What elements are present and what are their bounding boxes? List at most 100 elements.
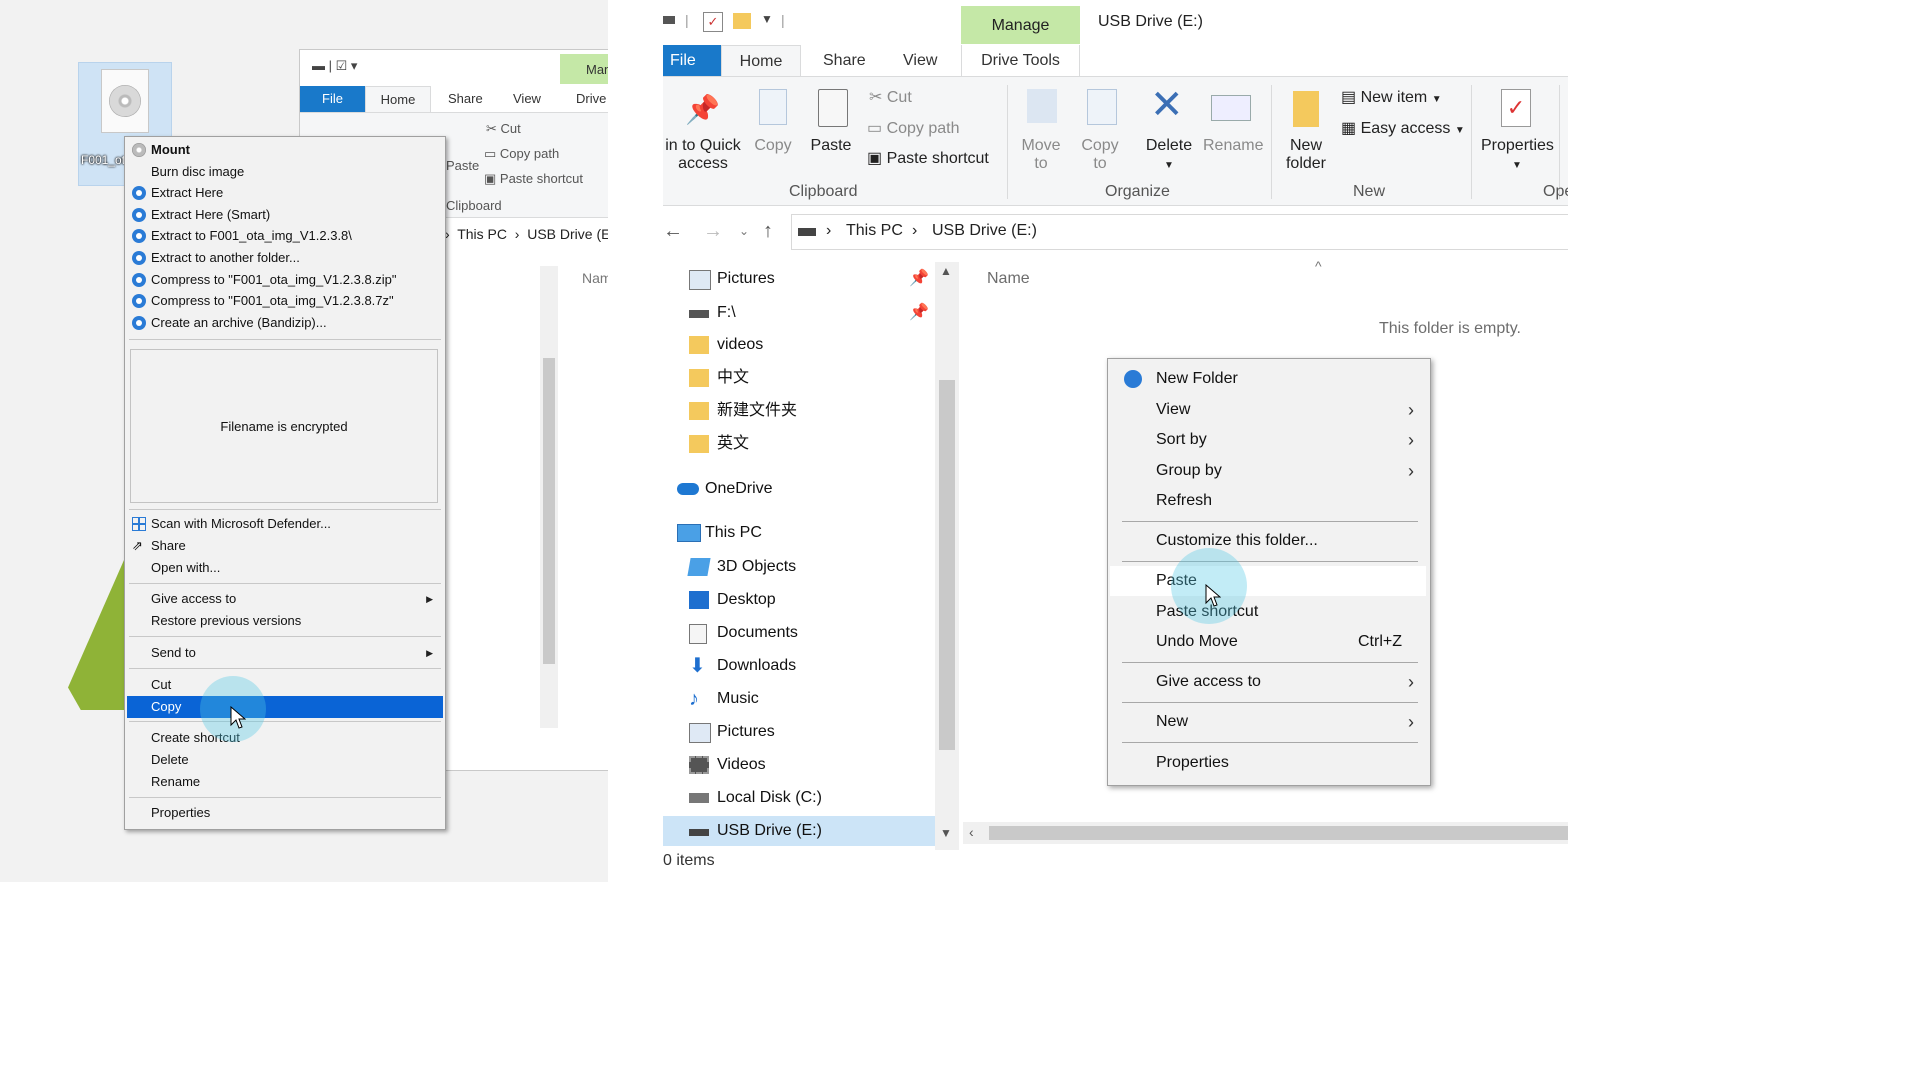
menu-item-extract-another[interactable]: Extract to another folder...: [127, 247, 443, 269]
bandizip-icon: [132, 273, 146, 287]
nav-item-usb-drive[interactable]: USB Drive (E:): [663, 816, 935, 846]
clipboard-group-label: Clipboard: [789, 183, 858, 200]
copy-path-button[interactable]: ▭ Copy path: [484, 146, 559, 162]
tab-file[interactable]: File: [300, 86, 365, 112]
menu-item-restore-versions[interactable]: Restore previous versions: [127, 610, 443, 632]
menu-item-create-shortcut[interactable]: Create shortcut: [127, 727, 443, 749]
up-arrow-icon[interactable]: ↑: [763, 220, 773, 243]
breadcrumb-this-pc[interactable]: This PC: [846, 222, 903, 240]
sort-up-icon: ^: [1315, 258, 1322, 274]
submenu-arrow-icon: ▶: [426, 648, 433, 658]
menu-item-compress-7z[interactable]: Compress to "F001_ota_img_V1.2.3.8.7z": [127, 290, 443, 312]
column-name-header[interactable]: Name: [987, 270, 1030, 288]
menu-item-extract-to-folder[interactable]: Extract to F001_ota_img_V1.2.3.8\: [127, 225, 443, 247]
tab-home[interactable]: Home: [365, 86, 431, 112]
menu-item-view[interactable]: View ›: [1110, 395, 1426, 425]
cut-button[interactable]: ✂ Cut: [869, 89, 912, 107]
menu-item-new[interactable]: New ›: [1110, 707, 1426, 737]
menu-item-sort-by[interactable]: Sort by ›: [1110, 425, 1426, 455]
menu-item-give-access[interactable]: Give access to ▶: [127, 588, 443, 610]
easy-access-button[interactable]: ▦ Easy access ▼: [1341, 120, 1465, 140]
menu-item-open-with[interactable]: Open with...: [127, 557, 443, 579]
checkbox-icon[interactable]: ✓: [703, 12, 723, 32]
tab-drive-tools[interactable]: Drive Tools: [961, 45, 1080, 76]
menu-item-give-access[interactable]: Give access to ›: [1110, 667, 1426, 697]
recent-dropdown-icon[interactable]: ⌄: [739, 224, 749, 238]
move-to-button[interactable]: Move to: [1018, 137, 1064, 173]
forward-arrow-icon[interactable]: →: [703, 220, 723, 243]
menu-item-properties[interactable]: Properties: [127, 802, 443, 824]
drive-icon: [689, 793, 709, 803]
paste-button[interactable]: Paste: [809, 137, 853, 155]
paste-button[interactable]: Paste: [446, 158, 479, 173]
menu-item-mount[interactable]: Mount: [127, 139, 443, 161]
paste-shortcut-button[interactable]: ▣ Paste shortcut: [867, 150, 989, 168]
menu-item-refresh[interactable]: Refresh: [1110, 486, 1426, 516]
quick-access-toolbar[interactable]: ▬ | ☑ ▾: [312, 58, 357, 74]
menu-item-extract-here-smart[interactable]: Extract Here (Smart): [127, 204, 443, 226]
tab-share[interactable]: Share: [823, 45, 866, 76]
scrollbar-thumb[interactable]: [543, 358, 555, 664]
tab-view[interactable]: View: [903, 45, 937, 76]
organize-group-label: Organize: [1105, 183, 1170, 200]
menu-item-group-by[interactable]: Group by ›: [1110, 456, 1426, 486]
menu-separator: [129, 721, 441, 722]
copy-to-button[interactable]: Copy to: [1077, 137, 1123, 173]
nav-item-f-drive[interactable]: F:\ 📌: [689, 298, 929, 328]
folder-icon[interactable]: [733, 13, 751, 29]
menu-item-new-folder[interactable]: New Folder: [1110, 364, 1426, 394]
new-folder-button[interactable]: New folder: [1281, 137, 1331, 173]
shortcut-key: Ctrl+Z: [1358, 633, 1402, 650]
menu-item-scan-defender[interactable]: Scan with Microsoft Defender...: [127, 513, 443, 535]
manage-tab[interactable]: Manage: [961, 6, 1080, 44]
manage-tab[interactable]: Manage: [560, 54, 608, 84]
cut-icon: ✂: [869, 89, 883, 106]
menu-item-cut[interactable]: Cut: [127, 674, 443, 696]
address-bar[interactable]: › This PC › USB Drive (E:): [445, 226, 608, 242]
menu-item-copy[interactable]: Copy: [127, 696, 443, 718]
menu-item-delete[interactable]: Delete: [127, 749, 443, 771]
menu-item-undo-move[interactable]: Undo Move Ctrl+Z: [1110, 627, 1426, 657]
menu-item-burn-disc[interactable]: Burn disc image: [127, 161, 443, 183]
paste-shortcut-button[interactable]: ▣ Paste shortcut: [484, 171, 583, 187]
pin-quick-access-button[interactable]: in to Quick access: [663, 137, 743, 173]
nav-item-pictures[interactable]: Pictures 📌: [689, 264, 929, 294]
address-bar[interactable]: › This PC › USB Drive (E:): [791, 214, 1568, 250]
videos-icon: [689, 756, 709, 774]
column-name-header[interactable]: Name: [582, 270, 608, 286]
copy-button[interactable]: Copy: [751, 137, 795, 155]
menu-item-compress-zip[interactable]: Compress to "F001_ota_img_V1.2.3.8.zip": [127, 269, 443, 291]
tab-home[interactable]: Home: [721, 45, 801, 76]
scroll-left-icon[interactable]: ‹: [969, 824, 974, 840]
menu-item-rename[interactable]: Rename: [127, 771, 443, 793]
rename-button[interactable]: Rename: [1203, 137, 1263, 155]
folder-icon: [689, 369, 709, 387]
back-arrow-icon[interactable]: ←: [663, 220, 683, 243]
tab-view[interactable]: View: [513, 86, 541, 112]
copy-path-button[interactable]: ▭ Copy path: [867, 120, 960, 138]
scroll-down-icon[interactable]: ▼: [940, 826, 952, 840]
menu-item-paste[interactable]: Paste: [1110, 566, 1426, 596]
menu-item-customize-folder[interactable]: Customize this folder...: [1110, 526, 1426, 556]
scroll-up-icon[interactable]: ▲: [940, 264, 952, 278]
breadcrumb-usb-drive[interactable]: USB Drive (E:): [932, 222, 1037, 240]
menu-item-create-archive[interactable]: Create an archive (Bandizip)...: [127, 312, 443, 334]
delete-button[interactable]: Delete ▼: [1143, 137, 1195, 175]
menu-item-share[interactable]: ⇗ Share: [127, 535, 443, 557]
new-item-button[interactable]: ▤ New item ▼: [1341, 89, 1442, 109]
menu-separator: [129, 583, 441, 584]
dropdown-icon[interactable]: ▼: [761, 12, 773, 26]
nav-pane-scrollbar-thumb[interactable]: [939, 380, 955, 750]
menu-item-send-to[interactable]: Send to ▶: [127, 642, 443, 664]
menu-item-properties[interactable]: Properties: [1110, 748, 1426, 778]
menu-item-paste-shortcut[interactable]: Paste shortcut: [1110, 597, 1426, 627]
menu-separator: [129, 668, 441, 669]
submenu-arrow-icon: ▶: [426, 594, 433, 604]
tab-drive[interactable]: Drive: [576, 86, 606, 112]
tab-file[interactable]: File: [663, 45, 721, 76]
cut-button[interactable]: ✂ Cut: [486, 121, 521, 137]
properties-button[interactable]: Properties ▼: [1481, 137, 1554, 175]
menu-item-extract-here[interactable]: Extract Here: [127, 182, 443, 204]
horizontal-scrollbar-thumb[interactable]: [989, 826, 1568, 840]
tab-share[interactable]: Share: [448, 86, 483, 112]
